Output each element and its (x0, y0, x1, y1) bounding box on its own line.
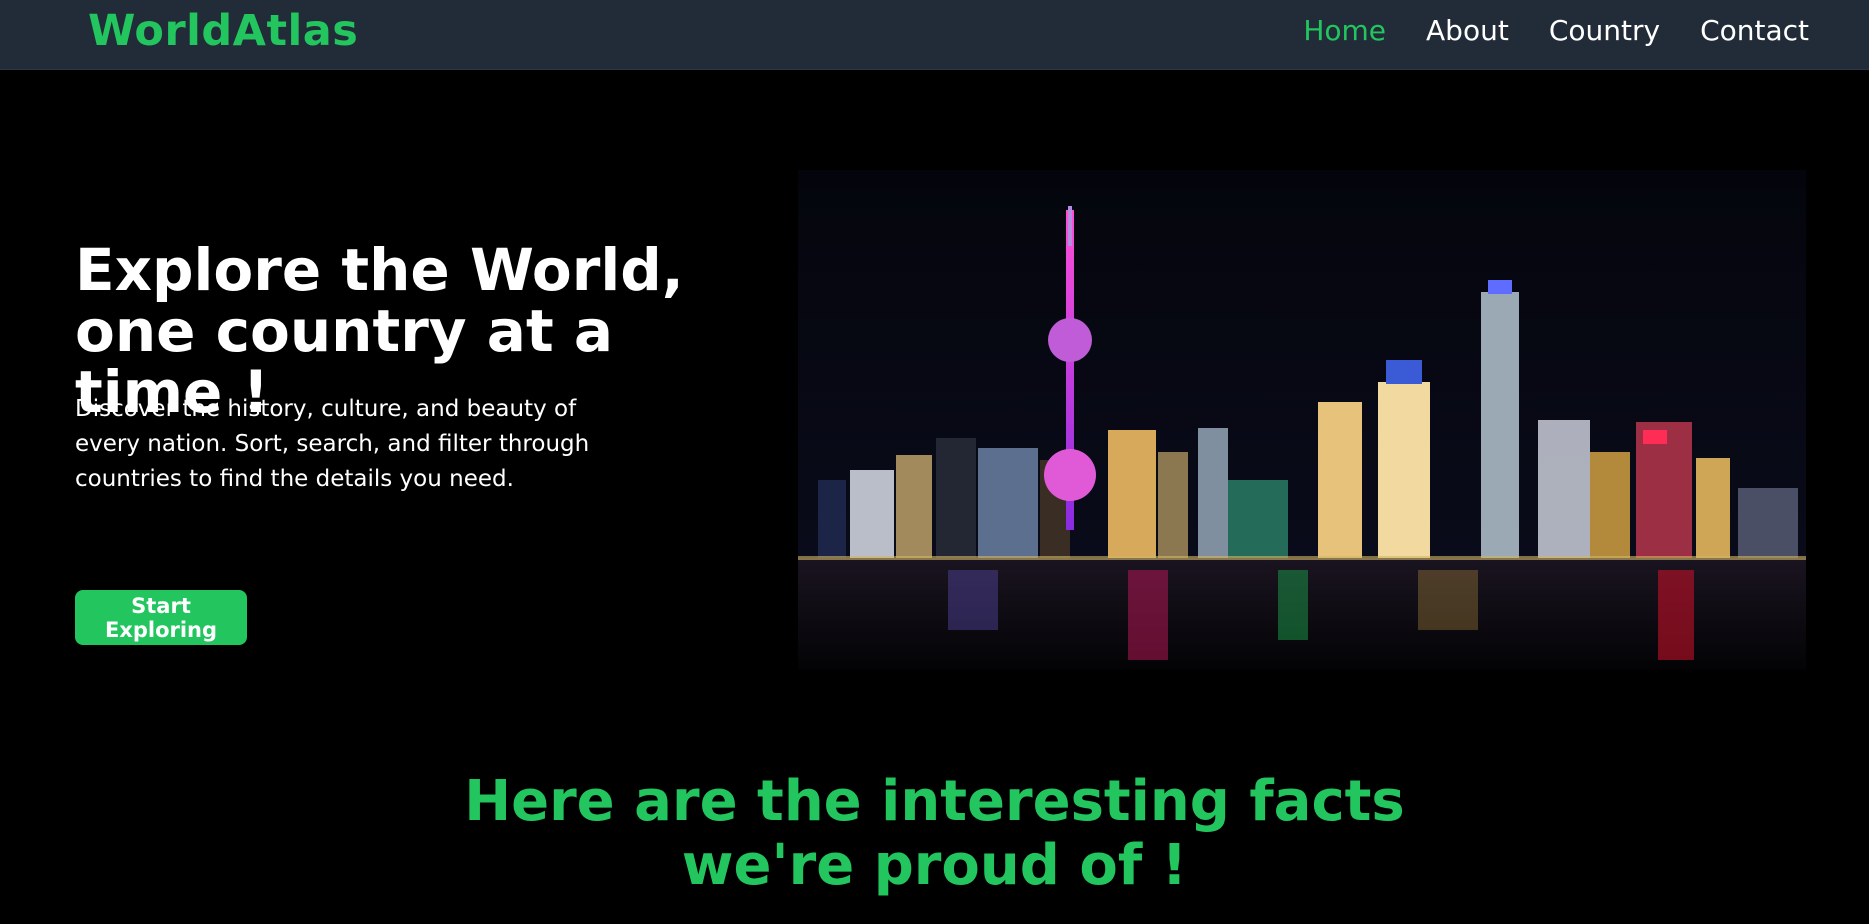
navbar: WorldAtlas Home About Country Contact (0, 0, 1869, 70)
nav-link-contact[interactable]: Contact (1700, 14, 1809, 47)
nav-link-about[interactable]: About (1426, 14, 1509, 47)
nav-link-home[interactable]: Home (1303, 14, 1386, 47)
city-skyline-illustration (798, 170, 1806, 670)
hero-image (798, 170, 1806, 670)
hero-description: Discover the history, culture, and beaut… (75, 396, 590, 492)
facts-heading-line2: we're proud of ! (681, 833, 1188, 898)
nav-link-country[interactable]: Country (1549, 14, 1660, 47)
site-logo[interactable]: WorldAtlas (88, 6, 358, 56)
nav-links: Home About Country Contact (1303, 14, 1809, 47)
facts-heading: Here are the interesting facts we're pro… (0, 770, 1869, 898)
start-exploring-button[interactable]: Start Exploring (75, 590, 247, 645)
facts-heading-line1: Here are the interesting facts (464, 769, 1405, 834)
